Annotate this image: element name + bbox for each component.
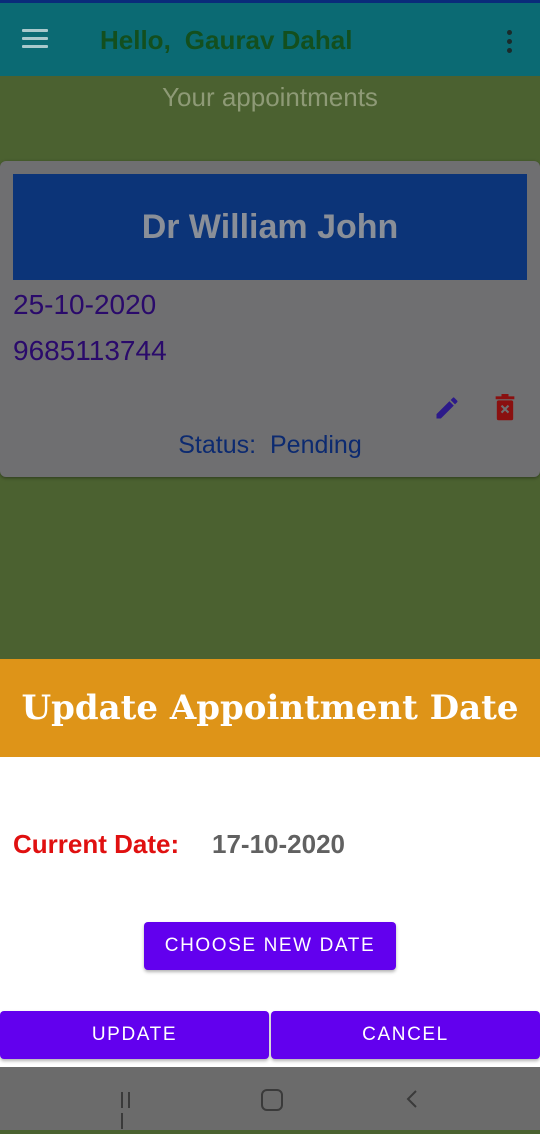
cancel-button[interactable]: CANCEL — [271, 1011, 540, 1059]
current-date-label: Current Date: — [13, 829, 180, 859]
more-vertical-icon[interactable] — [507, 30, 513, 54]
home-icon[interactable] — [261, 1089, 283, 1111]
doctor-banner: Dr William John — [13, 174, 527, 280]
pencil-edit-icon[interactable] — [433, 394, 461, 422]
app-bar: Hello, Gaurav Dahal — [0, 0, 540, 76]
status-value: Pending — [269, 431, 362, 459]
choose-new-date-button[interactable]: CHOOSE NEW DATE — [144, 922, 396, 970]
greeting: Hello, Gaurav Dahal — [100, 25, 352, 56]
greeting-text: Hello, — [100, 25, 171, 55]
dialog-header: Update Appointment Date — [0, 659, 540, 757]
appointment-card: Dr William John 25-10-2020 9685113744 St… — [0, 161, 540, 477]
update-button[interactable]: UPDATE — [0, 1011, 269, 1059]
status-label: Status: — [178, 431, 257, 459]
section-title: Your appointments — [162, 82, 378, 112]
dialog-title: Update Appointment Date — [21, 688, 519, 728]
system-nav-bar — [0, 1067, 540, 1130]
back-chevron-icon[interactable] — [405, 1089, 419, 1109]
appointments-screen: Your appointments Dr William John 25-10-… — [0, 76, 540, 660]
current-date-value: 17-10-2020 — [212, 829, 345, 859]
appointment-date: 25-10-2020 — [13, 289, 157, 320]
hamburger-menu-icon[interactable] — [22, 29, 48, 49]
appointment-phone: 9685113744 — [13, 335, 167, 366]
update-date-dialog: Update Appointment Date Current Date: 17… — [0, 659, 540, 1067]
user-name: Gaurav Dahal — [184, 25, 353, 55]
doctor-name: Dr William John — [141, 207, 399, 246]
trash-delete-icon[interactable] — [493, 394, 517, 422]
recents-icon[interactable] — [121, 1092, 141, 1129]
appointment-status: Status: Pending — [0, 431, 540, 460]
